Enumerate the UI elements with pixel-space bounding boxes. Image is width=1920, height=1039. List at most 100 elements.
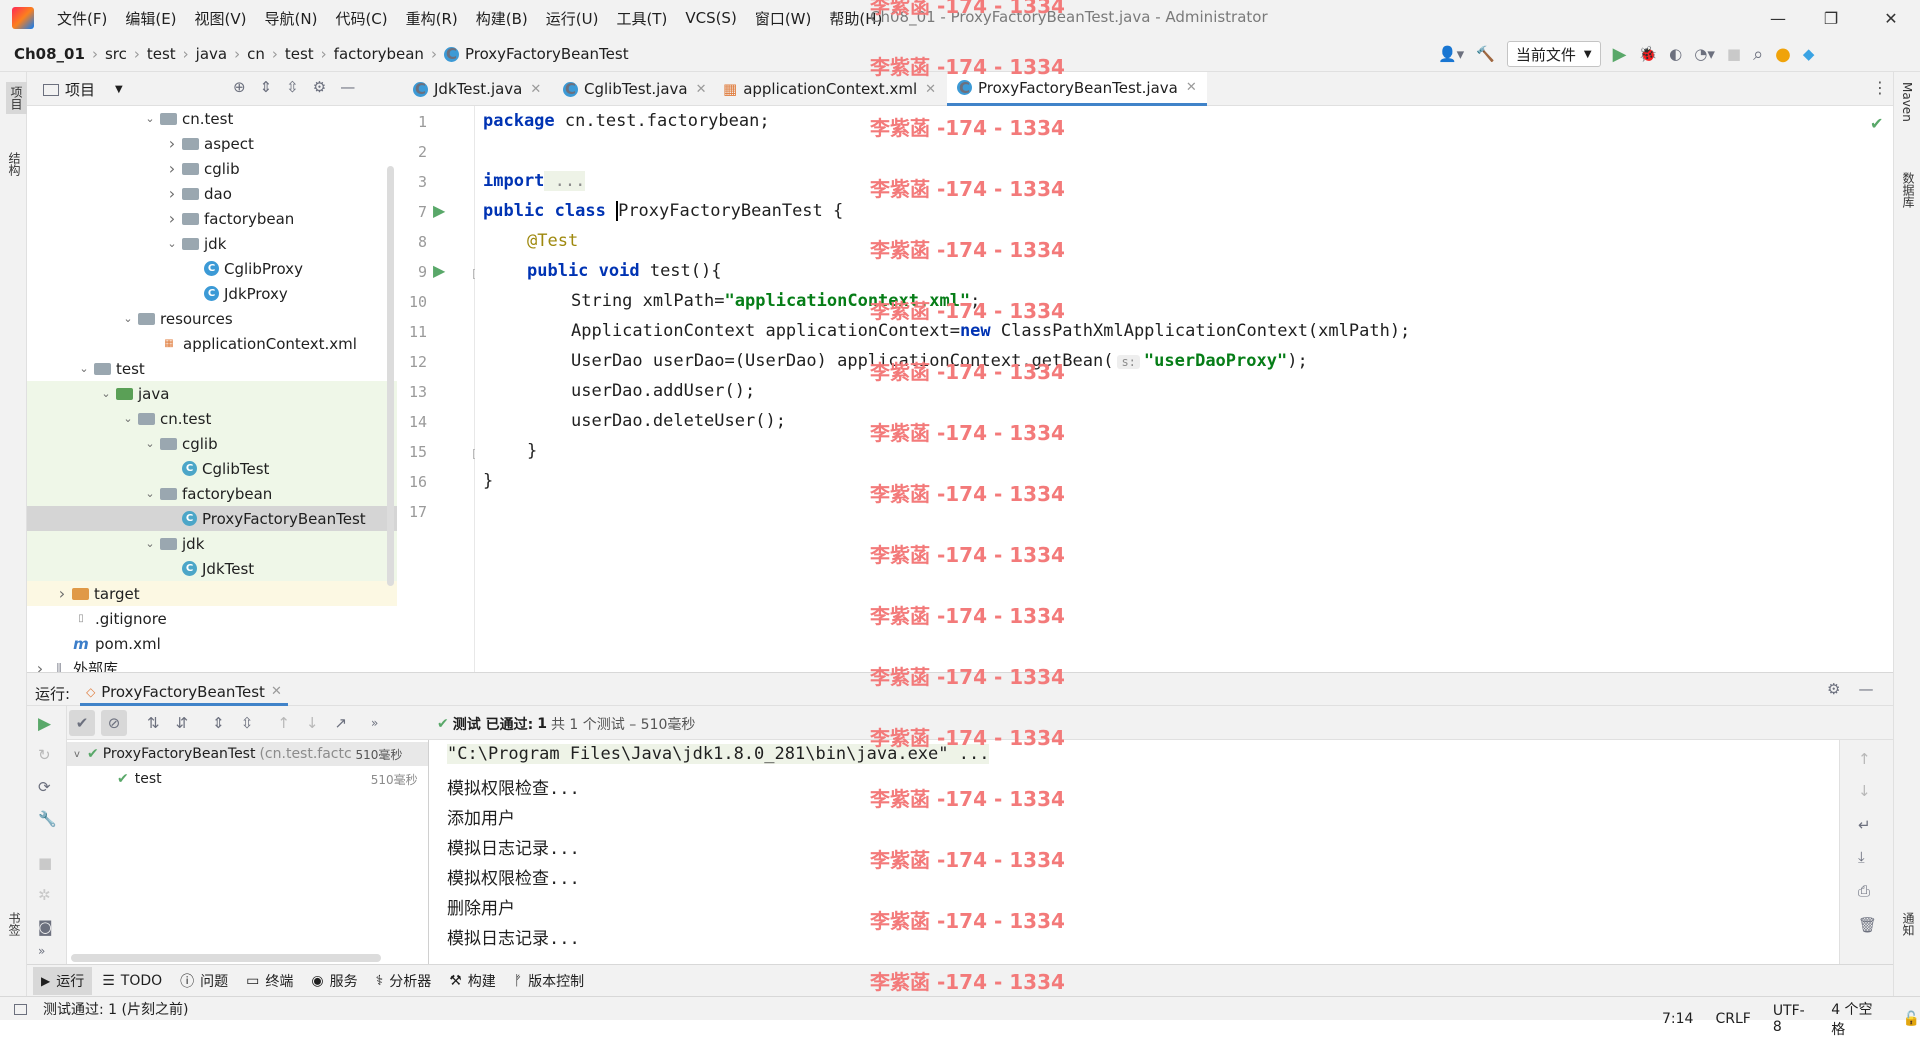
close-icon[interactable]: ✕ [530,82,541,97]
tree-item[interactable]: ⌄ cglib [27,431,397,456]
collapse-all-icon[interactable]: ⇳ [286,78,299,96]
horizontal-scrollbar[interactable] [71,954,381,962]
update-icon[interactable]: ● [1775,44,1791,65]
tree-item[interactable]: › cglib [27,156,397,181]
breadcrumb-test-pkg[interactable]: test [285,45,314,63]
line-separator[interactable]: CRLF [1715,1011,1750,1027]
import-tests-icon[interactable]: ↗ [334,714,347,732]
up-icon[interactable]: ↑ [1858,750,1871,768]
collapse-all-icon[interactable]: ⇳ [241,714,254,732]
tree-item[interactable]: m pom.xml [27,631,397,656]
menu-view[interactable]: 视图(V) [186,8,256,29]
chevron-down-icon[interactable]: ⌄ [77,362,91,375]
tab-build[interactable]: ⚒ 构建 [449,971,496,991]
stop-icon[interactable]: ■ [38,854,52,872]
menu-file[interactable]: 文件(F) [48,8,116,29]
tree-item[interactable]: ▯ .gitignore [27,606,397,631]
menu-build[interactable]: 构建(B) [467,8,537,29]
file-encoding[interactable]: UTF-8 [1773,1003,1809,1035]
tab-profiler[interactable]: ⚕ 分析器 [376,971,432,991]
chevron-down-icon[interactable]: ⌄ [121,312,135,325]
run-test-class-icon[interactable]: ▶ [433,201,445,220]
console-output[interactable]: "C:\Program Files\Java\jdk1.8.0_281\bin\… [429,740,1839,964]
tree-item[interactable]: C ProxyFactoryBeanTest [27,506,397,531]
chevron-right-icon[interactable]: › [165,184,179,203]
next-icon[interactable]: ↓ [306,714,319,732]
toggle-tool-windows-icon[interactable] [14,1003,27,1015]
tree-item[interactable]: ⌄ cn.test [27,406,397,431]
more-icon[interactable]: » [371,716,378,730]
tree-item[interactable]: ⌄ jdk [27,231,397,256]
project-panel-title[interactable]: 项目 [65,79,95,100]
tree-item[interactable]: C JdkProxy [27,281,397,306]
toggle-auto-test-icon[interactable]: ⟳ [38,778,51,796]
run-config-select[interactable]: 当前文件 ▼ [1506,41,1601,67]
maximize-button[interactable]: ❐ [1806,0,1856,36]
chevron-down-icon[interactable]: ⌄ [143,537,157,550]
settings-icon[interactable]: ✲ [38,886,51,904]
tool-database[interactable]: 数据库 [1900,172,1917,208]
tree-item[interactable]: › dao [27,181,397,206]
chevron-right-icon[interactable]: › [165,134,179,153]
tree-item[interactable]: ⌄ cn.test [27,106,397,131]
chevron-right-icon[interactable]: › [165,159,179,178]
expand-all-icon[interactable]: ⇕ [260,78,273,96]
indent-setting[interactable]: 4 个空格 [1831,999,1880,1039]
show-passed-icon[interactable]: ✔ [69,710,95,736]
scroll-to-end-icon[interactable]: ⤓ [1858,848,1865,866]
chevron-right-icon[interactable]: › [55,584,69,603]
tab-services[interactable]: ◉ 服务 [311,971,357,991]
breadcrumb-project[interactable]: Ch08_01 [14,45,85,63]
menu-navigate[interactable]: 导航(N) [256,8,327,29]
menu-vcs[interactable]: VCS(S) [676,9,745,27]
close-icon[interactable]: ✕ [696,82,707,97]
menu-tools[interactable]: 工具(T) [607,8,676,29]
show-ignored-icon[interactable]: ⊘ [101,710,127,736]
wrench-icon[interactable]: 🔧 [38,810,57,828]
menu-run[interactable]: 运行(U) [537,8,608,29]
tree-item[interactable]: › target [27,581,397,606]
camera-icon[interactable]: ◙ [38,918,53,936]
menu-refactor[interactable]: 重构(R) [397,8,467,29]
minimize-button[interactable]: — [1753,0,1803,36]
breadcrumb-test[interactable]: test [147,45,176,63]
build-hammer-icon[interactable]: 🔨 [1476,45,1495,63]
coverage-icon[interactable]: ◐ [1669,45,1682,63]
run-test-method-icon[interactable]: ▶ [433,261,445,280]
tool-maven[interactable]: Maven [1900,82,1914,122]
rerun-icon[interactable]: ▶ [38,714,51,734]
tree-item[interactable]: C CglibTest [27,456,397,481]
more-icon[interactable]: » [38,944,45,958]
tree-item[interactable]: ⌄ factorybean [27,481,397,506]
gear-icon[interactable]: ⚙ [313,78,326,96]
breadcrumb-java[interactable]: java [196,45,227,63]
tool-notifications[interactable]: 通知 [1900,912,1917,936]
debug-icon[interactable]: 🐞 [1638,45,1657,63]
tab-jdktest[interactable]: C JdkTest.java ✕ [403,72,551,106]
menu-window[interactable]: 窗口(W) [746,8,821,29]
chevron-right-icon[interactable]: › [165,209,179,228]
search-icon[interactable]: ⌕ [1753,44,1763,65]
status-message[interactable]: 测试通过: 1 (片刻之前) [43,999,188,1019]
tree-item[interactable]: › factorybean [27,206,397,231]
tab-terminal[interactable]: ▭ 终端 [246,971,293,991]
soft-wrap-icon[interactable]: ↵ [1858,816,1871,834]
chevron-down-icon[interactable]: ⌄ [143,487,157,500]
lock-icon[interactable]: 🔓 [1903,1011,1920,1027]
sort-alpha-icon[interactable]: ⇅ [147,714,160,732]
expand-all-icon[interactable]: ⇕ [212,714,225,732]
code-editor[interactable]: package cn.test.factorybean; import ... … [475,106,1893,672]
chevron-down-icon[interactable]: v [67,749,87,760]
tool-project[interactable]: 项目 [6,82,27,114]
chevron-down-icon[interactable]: ⌄ [121,412,135,425]
plugin-icon[interactable]: ◆ [1803,45,1815,63]
inspection-ok-icon[interactable]: ✔ [1870,114,1883,133]
tree-item[interactable]: › aspect [27,131,397,156]
tree-item[interactable]: ⌄ resources [27,306,397,331]
test-row[interactable]: ✔ test 510毫秒 [67,767,428,791]
breadcrumb-class[interactable]: ProxyFactoryBeanTest [465,45,629,63]
chevron-down-icon[interactable]: ⌄ [143,437,157,450]
stop-icon[interactable]: ■ [1727,45,1741,63]
down-icon[interactable]: ↓ [1858,782,1871,800]
trash-icon[interactable]: 🗑 [1858,916,1877,934]
